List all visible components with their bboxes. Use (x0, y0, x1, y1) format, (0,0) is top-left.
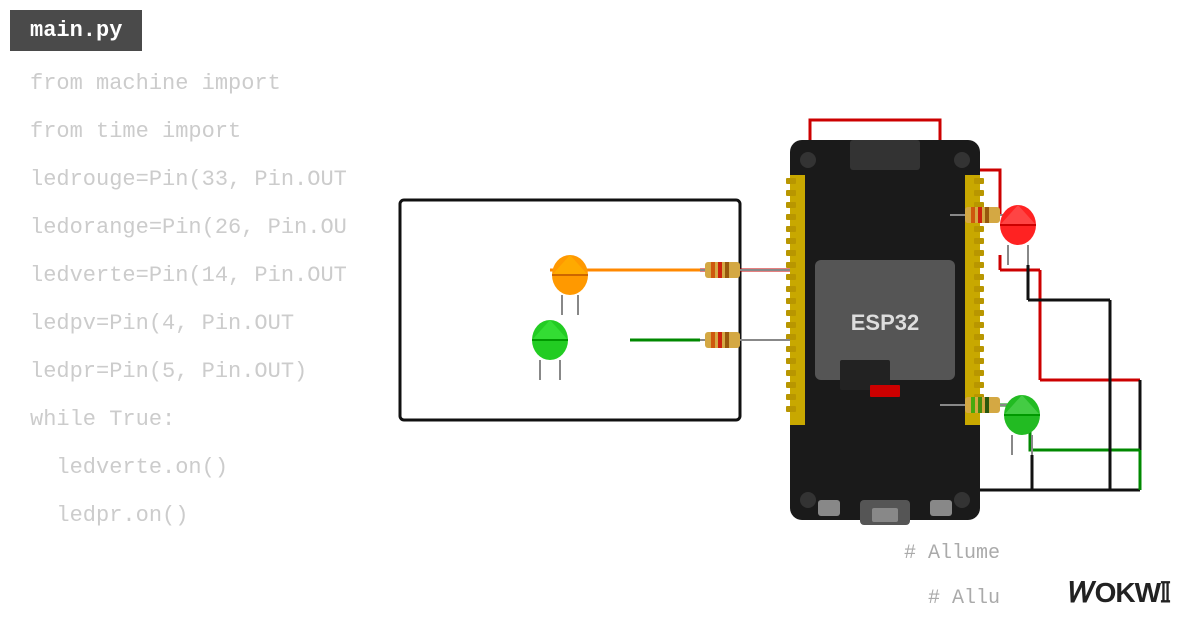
comment-line2: # Allu (928, 587, 1000, 610)
file-title: main.py (30, 18, 122, 43)
comment-line1: # Allume (904, 542, 1000, 565)
wokwi-logo: 𝑊OKW𝕀 (1069, 576, 1170, 610)
svg-text:ESP32: ESP32 (851, 310, 920, 335)
title-bar: main.py (10, 10, 142, 51)
wokwi-logo-text: 𝑊OKW𝕀 (1069, 577, 1170, 608)
circuit-diagram: ESP32 (350, 60, 1150, 580)
